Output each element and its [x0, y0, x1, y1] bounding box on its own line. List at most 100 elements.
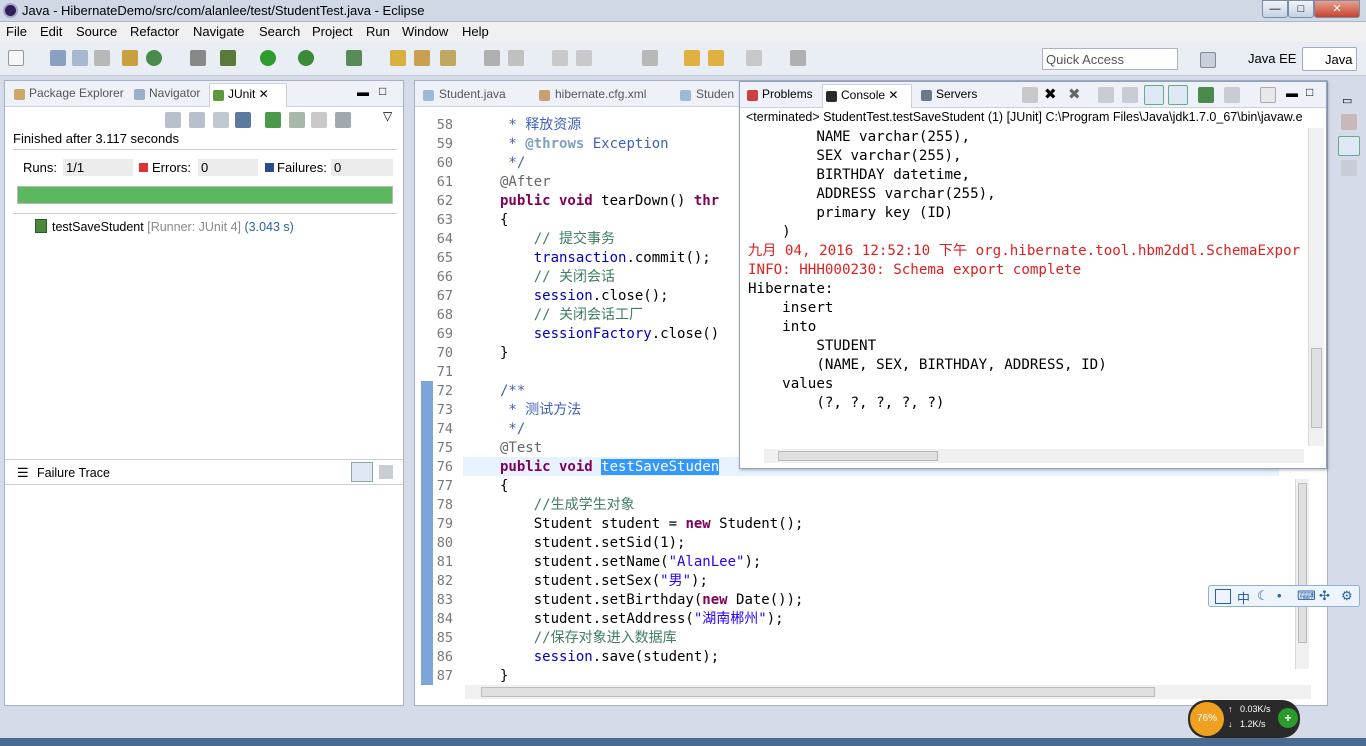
show-on-output-icon[interactable] — [1144, 85, 1164, 105]
code-line[interactable]: //保存对象进入数据库 — [500, 629, 677, 648]
code-line[interactable]: */ — [500, 154, 525, 173]
block-icon[interactable] — [576, 50, 592, 66]
run-icon[interactable] — [260, 50, 276, 66]
editor-vertical-scrollbar[interactable] — [1295, 479, 1309, 669]
menu-file[interactable]: File — [6, 24, 27, 39]
code-line[interactable]: session.close(); — [500, 287, 669, 306]
keyboard-icon[interactable]: ⌨ — [1297, 588, 1316, 604]
moon-icon[interactable]: ☾ — [1257, 588, 1269, 604]
tab-package-explorer[interactable]: Package Explorer — [11, 86, 124, 100]
console-h-scroll-thumb[interactable] — [778, 451, 938, 461]
compare-icon[interactable] — [379, 465, 393, 479]
external-tools-icon[interactable] — [346, 50, 362, 66]
open-perspective-icon[interactable] — [1200, 52, 1216, 68]
menu-refactor[interactable]: Refactor — [130, 24, 179, 39]
history-icon[interactable] — [213, 112, 229, 128]
tab-junit[interactable]: JUnit ✕ — [209, 83, 287, 107]
pin-console-icon[interactable] — [1198, 87, 1214, 103]
test-history-icon[interactable] — [335, 112, 351, 128]
code-line[interactable]: //生成学生对象 — [500, 496, 635, 515]
menu-source[interactable]: Source — [76, 24, 117, 39]
open-console-icon[interactable] — [1260, 87, 1276, 103]
menu-run[interactable]: Run — [366, 24, 390, 39]
code-line[interactable]: } — [500, 344, 508, 363]
back-icon[interactable] — [684, 50, 700, 66]
menu-search[interactable]: Search — [259, 24, 300, 39]
remove-launch-icon[interactable]: ✖ — [1044, 85, 1057, 103]
back-arrow-icon[interactable] — [708, 50, 724, 66]
code-line[interactable]: sessionFactory.close() — [500, 325, 719, 344]
print-icon[interactable] — [94, 50, 110, 66]
code-line[interactable]: * 测试方法 — [500, 401, 581, 420]
close-button[interactable]: ✕ — [1314, 0, 1360, 18]
console-vertical-scrollbar[interactable] — [1308, 128, 1324, 446]
editor-h-scroll-thumb[interactable] — [481, 687, 1155, 697]
code-line[interactable]: @Test — [500, 439, 542, 458]
tab-navigator[interactable]: Navigator — [131, 86, 200, 100]
tab-student-test[interactable]: Studen — [680, 87, 734, 101]
remove-all-icon[interactable]: ✖ — [1068, 85, 1081, 103]
tab-servers[interactable]: Servers — [918, 87, 977, 101]
new-icon[interactable] — [8, 50, 24, 66]
menu-project[interactable]: Project — [312, 24, 352, 39]
code-line[interactable]: } — [500, 667, 508, 686]
show-on-error-icon[interactable] — [1168, 85, 1188, 105]
code-line[interactable]: student.setSex("男"); — [500, 572, 708, 591]
rerun-icon[interactable] — [265, 112, 281, 128]
save-all-icon[interactable] — [72, 50, 88, 66]
menu-help[interactable]: Help — [462, 24, 489, 39]
punct-icon[interactable]: • — [1277, 588, 1282, 603]
code-line[interactable]: { — [500, 211, 508, 230]
next-failure-icon[interactable] — [165, 112, 181, 128]
ime-mode[interactable]: 中 — [1237, 588, 1250, 607]
refresh-icon[interactable] — [146, 50, 162, 66]
menu-navigate[interactable]: Navigate — [193, 24, 244, 39]
console-horizontal-scrollbar[interactable] — [764, 449, 1304, 463]
task-list-icon[interactable] — [1341, 114, 1357, 130]
minimize-view-icon[interactable]: ▬ — [357, 85, 369, 99]
coverage-icon[interactable] — [298, 50, 314, 66]
debug-run-icon[interactable] — [220, 50, 236, 66]
menu-edit[interactable]: Edit — [40, 24, 62, 39]
editor-scroll-thumb[interactable] — [1298, 483, 1307, 643]
forward-icon[interactable] — [746, 50, 762, 66]
code-line[interactable]: public void testSaveStuden — [500, 458, 720, 477]
rerun-failed-icon[interactable] — [289, 112, 305, 128]
code-line[interactable]: /** — [500, 382, 525, 401]
minimize-button[interactable]: — — [1262, 0, 1288, 18]
code-line[interactable]: * 释放资源 — [500, 116, 581, 135]
pin-icon[interactable] — [508, 50, 524, 66]
code-line[interactable]: public void tearDown() thr — [500, 192, 719, 211]
console-trim-icon[interactable] — [1341, 160, 1357, 176]
clear-console-icon[interactable] — [1098, 87, 1114, 103]
code-line[interactable]: @After — [500, 173, 551, 192]
tools-icon[interactable]: ✣ — [1319, 588, 1330, 604]
perspective-java-ee[interactable]: Java EE — [1226, 47, 1301, 71]
code-line[interactable]: student.setSid(1); — [500, 534, 686, 553]
quick-access-input[interactable]: Quick Access — [1042, 48, 1178, 70]
menu-window[interactable]: Window — [402, 24, 448, 39]
restore-icon[interactable]: ▭ — [1342, 94, 1352, 107]
tab-student-java[interactable]: Student.java — [423, 87, 506, 101]
console-scroll-thumb[interactable] — [1311, 348, 1322, 428]
code-line[interactable]: student.setBirthday(new Date()); — [500, 591, 804, 610]
show-failures-icon[interactable] — [235, 112, 251, 128]
code-line[interactable]: // 关闭会话 — [500, 268, 615, 287]
wrench-icon[interactable]: ⚙ — [1341, 588, 1353, 604]
maximize-view-icon[interactable]: □ — [379, 84, 386, 98]
scroll-lock-icon[interactable] — [1122, 87, 1138, 103]
annotation-icon[interactable] — [484, 50, 500, 66]
code-line[interactable]: */ — [500, 420, 525, 439]
toggle-icon[interactable] — [552, 50, 568, 66]
code-line[interactable]: transaction.commit(); — [500, 249, 711, 268]
code-line[interactable]: { — [500, 477, 508, 496]
terminate-icon[interactable] — [1022, 87, 1038, 103]
tab-problems[interactable]: Problems — [744, 87, 813, 101]
editor-horizontal-scrollbar[interactable] — [465, 685, 1311, 699]
display-console-icon[interactable] — [1224, 87, 1240, 103]
maximize-view-icon[interactable]: □ — [1306, 85, 1313, 99]
view-menu-icon[interactable]: ▽ — [383, 109, 392, 123]
previous-failure-icon[interactable] — [189, 112, 205, 128]
code-line[interactable]: Student student = new Student(); — [500, 515, 804, 534]
filter-stack-icon[interactable] — [351, 462, 373, 482]
